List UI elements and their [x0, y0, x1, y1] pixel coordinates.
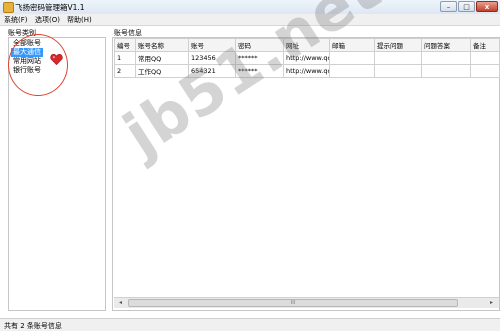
- column-header[interactable]: 提示问题: [374, 38, 422, 52]
- table-cell: 2: [114, 64, 136, 78]
- table-cell: 常用QQ: [135, 51, 189, 65]
- table-cell: [329, 64, 375, 78]
- scroll-thumb[interactable]: III: [128, 299, 458, 307]
- app-icon: [3, 2, 14, 13]
- table-cell: [374, 64, 422, 78]
- column-header[interactable]: 编号: [114, 38, 136, 52]
- minimize-button[interactable]: –: [440, 1, 457, 12]
- table-cell: [329, 51, 375, 65]
- close-button[interactable]: x: [476, 1, 498, 12]
- maximize-button[interactable]: □: [458, 1, 475, 12]
- table-cell: [421, 51, 471, 65]
- menu-system[interactable]: 系统(F): [4, 15, 28, 25]
- menu-help[interactable]: 帮助(H): [67, 15, 92, 25]
- column-header[interactable]: 备注: [470, 38, 500, 52]
- table-cell: [470, 64, 500, 78]
- table-cell: 1: [114, 51, 136, 65]
- scroll-left-icon[interactable]: ◂: [115, 298, 126, 308]
- menu-options[interactable]: 选项(O): [35, 15, 60, 25]
- horizontal-scrollbar[interactable]: ◂ III ▸: [114, 297, 499, 308]
- table-cell: [374, 51, 422, 65]
- window-title: 飞扬密码管理箱V1.1: [15, 3, 85, 12]
- heart-icon: [50, 54, 63, 66]
- title-bar: 飞扬密码管理箱V1.1 – □ x: [0, 0, 500, 14]
- scroll-right-icon[interactable]: ▸: [486, 298, 497, 308]
- status-bar: 共有 2 条账号信息: [0, 318, 500, 331]
- table-cell: [421, 64, 471, 78]
- table-cell: [470, 51, 500, 65]
- column-header[interactable]: 账号名称: [135, 38, 189, 52]
- column-header[interactable]: 问题答案: [421, 38, 471, 52]
- status-text: 共有 2 条账号信息: [4, 322, 62, 330]
